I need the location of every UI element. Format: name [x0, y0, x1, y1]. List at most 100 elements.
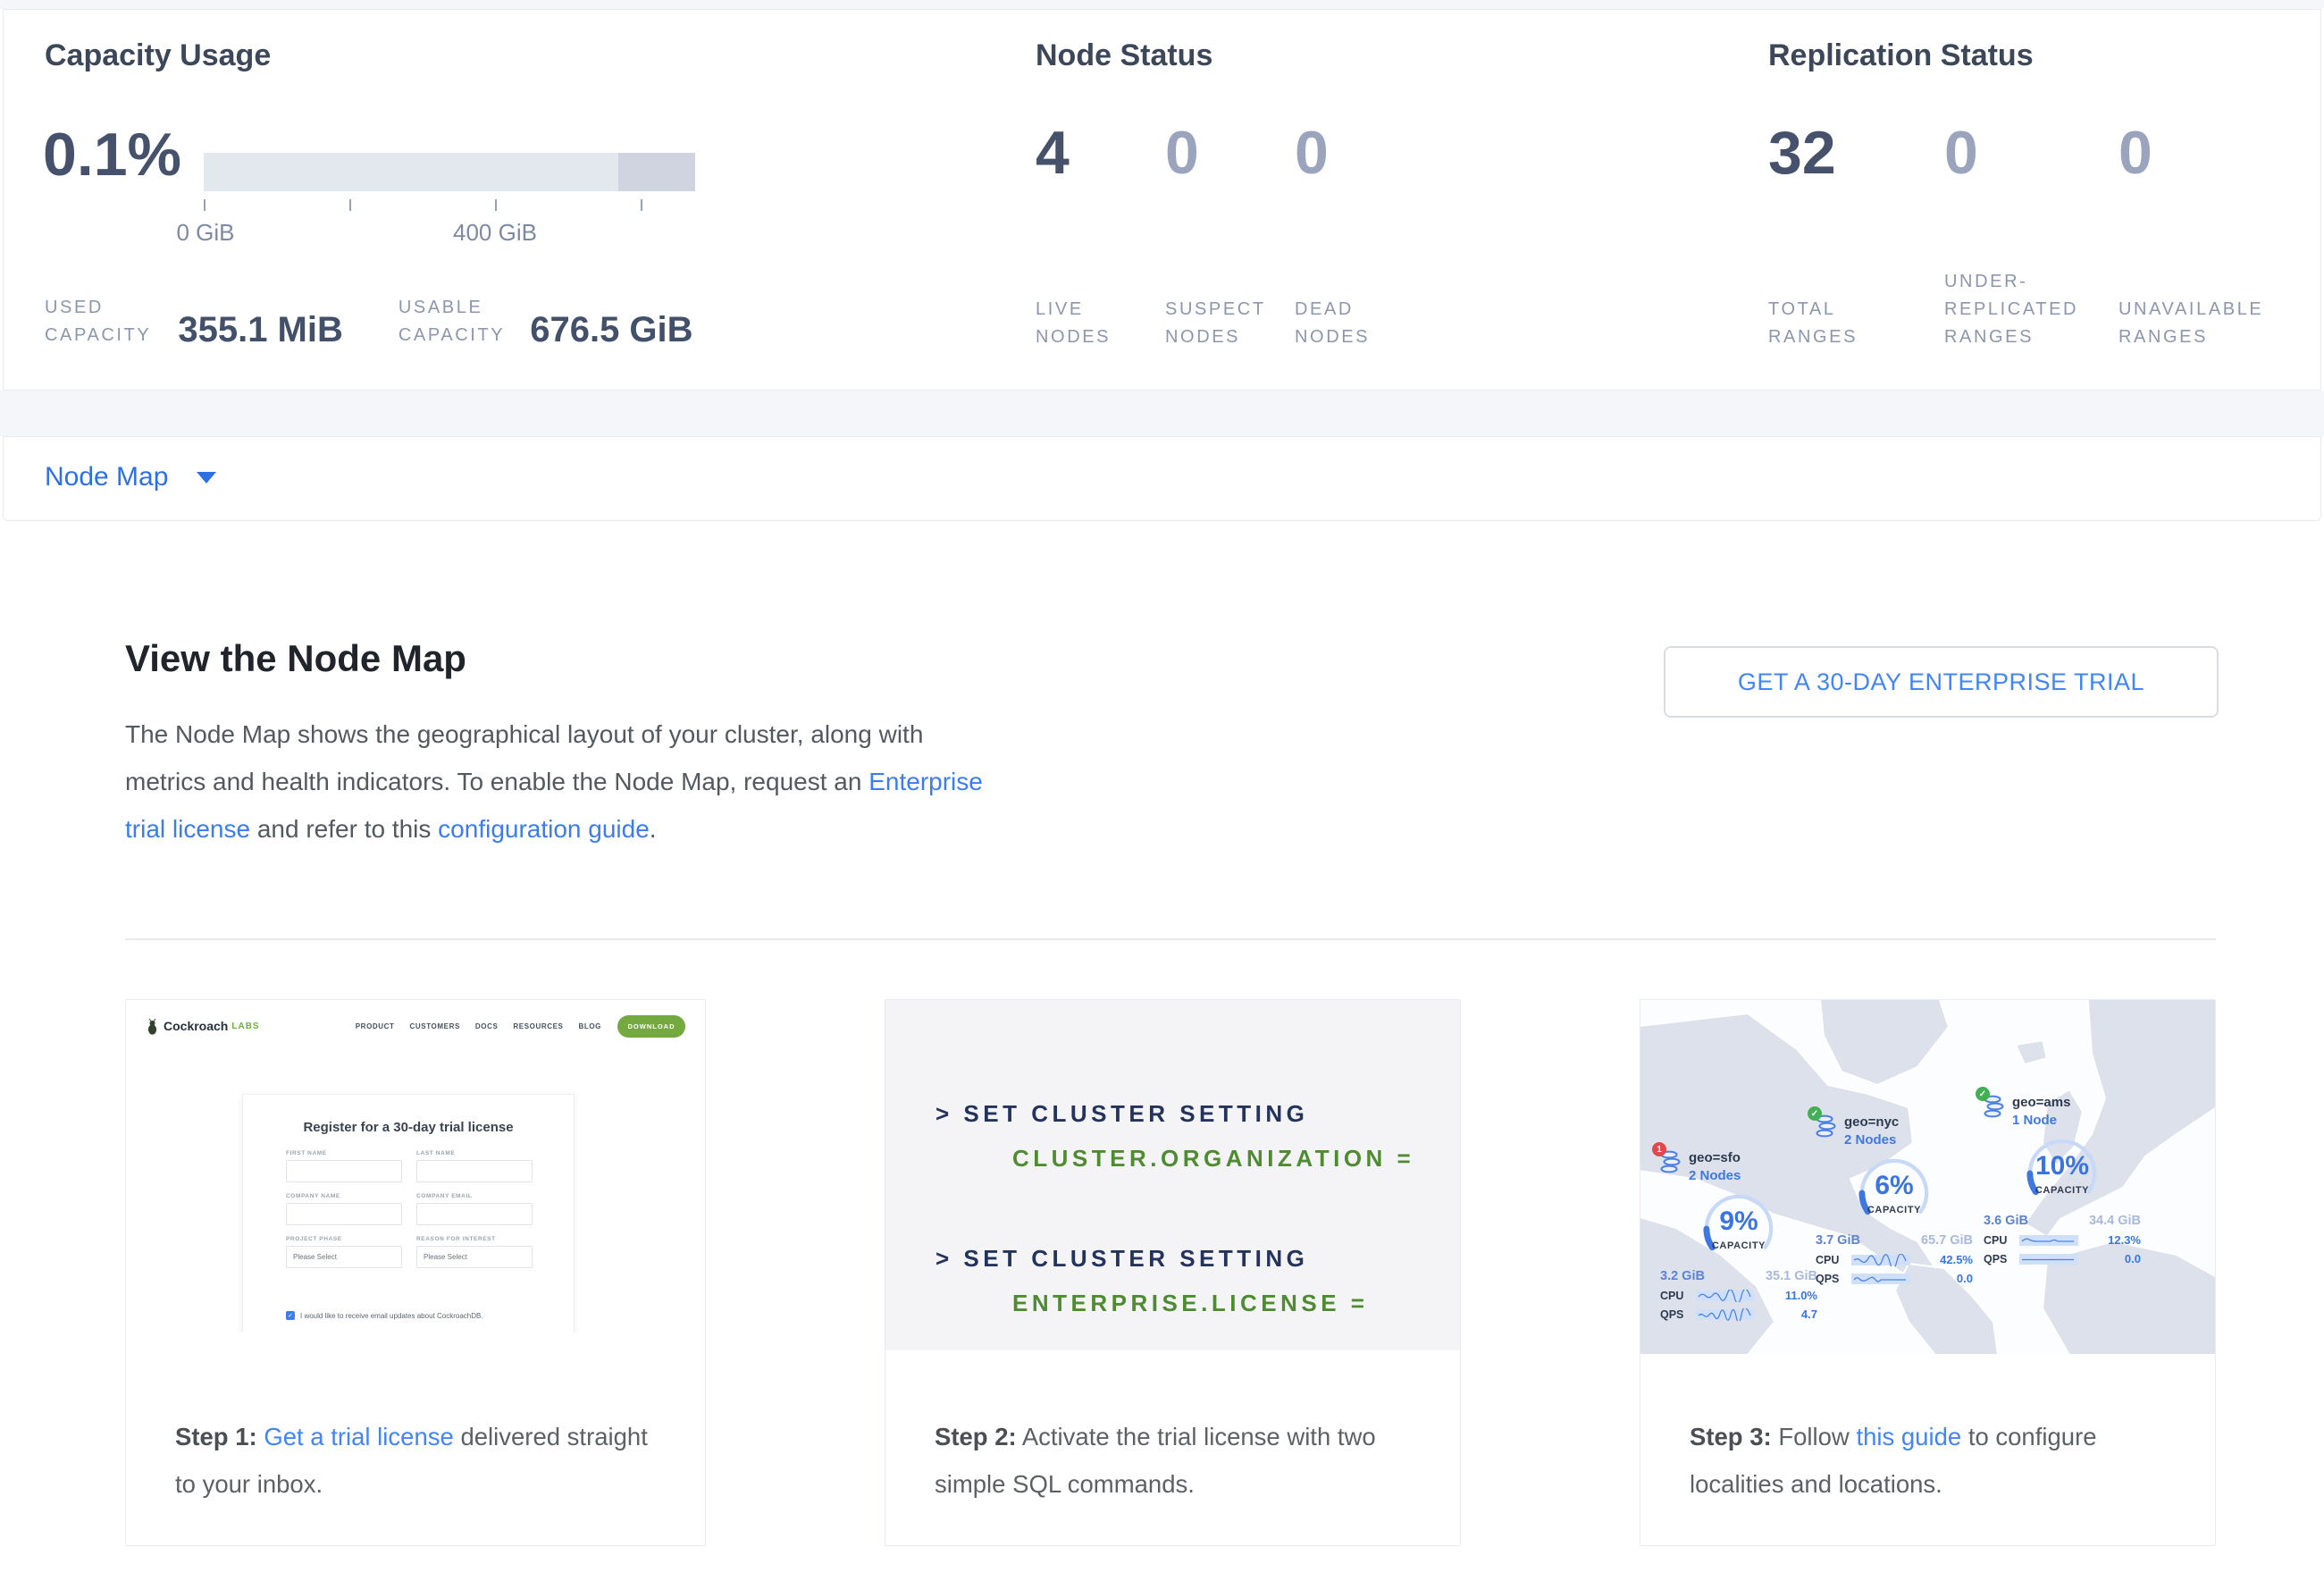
total-ranges-label: TOTAL RANGES — [1768, 296, 1944, 351]
get-trial-license-link[interactable]: Get a trial license — [264, 1423, 453, 1450]
usable-capacity-value: 676.5 GiB — [530, 312, 692, 351]
enterprise-trial-button[interactable]: GET A 30-DAY ENTERPRISE TRIAL — [1664, 646, 2219, 718]
suspect-nodes-value: 0 — [1165, 122, 1295, 183]
configuration-guide-link[interactable]: configuration guide — [438, 815, 650, 843]
sql-statement-2: > SET CLUSTER SETTING — [935, 1245, 1308, 1273]
capacity-range: 3.2 GiB 35.1 GiB — [1660, 1269, 1817, 1283]
mini-nav-customers: CUSTOMERS — [410, 1022, 460, 1030]
page-background-strip — [0, 0, 2324, 9]
unavailable-ranges-label: UNAVAILABLE RANGES — [2118, 296, 2297, 351]
mini-download-button: DOWNLOAD — [617, 1015, 685, 1038]
locality-ams: ✓ geo=ams 1 Node — [1984, 1095, 2141, 1265]
capacity-caption: CAPACITY — [2007, 1185, 2118, 1196]
total-ranges-value: 32 — [1768, 122, 1944, 183]
cpu-label: CPU — [1816, 1254, 1851, 1266]
mini-site-nav: PRODUCT CUSTOMERS DOCS RESOURCES BLOG — [356, 1022, 601, 1030]
qps-label: QPS — [1816, 1273, 1851, 1285]
cpu-row: CPU 42.5% — [1816, 1253, 1973, 1266]
capacity-caption: CAPACITY — [1839, 1205, 1950, 1215]
chevron-down-icon — [197, 472, 216, 483]
dead-nodes-value: 0 — [1295, 122, 1424, 183]
mini-site-header: Cockroach LABS PRODUCT CUSTOMERS DOCS RE… — [146, 1013, 685, 1039]
mini-nav-blog: BLOG — [578, 1022, 601, 1030]
company-email-field: COMPANY EMAIL — [416, 1193, 533, 1225]
live-nodes-value: 4 — [1036, 122, 1165, 183]
first-name-field: FIRST NAME — [286, 1150, 402, 1182]
page-background-gap — [0, 391, 2324, 436]
mini-form-fields: FIRST NAME LAST NAME COMPANY NAME C — [286, 1150, 533, 1268]
locality-sfo: 1 geo=sfo 2 Nodes — [1660, 1150, 1817, 1321]
capacity-metrics: USED CAPACITY 355.1 MiB USABLE CAPACITY … — [45, 294, 693, 351]
qps-value: 4.7 — [1801, 1307, 1817, 1321]
qps-sparkline — [2019, 1253, 2078, 1265]
qps-sparkline — [1696, 1308, 1755, 1321]
cluster-summary-panel: Capacity Usage 0.1% 0 GiB 400 GiB USED C… — [3, 9, 2321, 391]
cpu-value: 11.0% — [1785, 1289, 1817, 1302]
node-status-values: 4 0 0 — [1036, 122, 1424, 183]
step3-label: Step 3: — [1690, 1423, 1772, 1450]
trial-registration-screenshot: Cockroach LABS PRODUCT CUSTOMERS DOCS RE… — [126, 1000, 705, 1333]
live-nodes-label: LIVE NODES — [1036, 296, 1165, 351]
error-badge-icon: 1 — [1652, 1142, 1666, 1156]
capacity-axis-label-400: 400 GiB — [424, 219, 566, 247]
capacity-axis-tick — [495, 199, 497, 211]
locality-name: geo=nyc — [1844, 1114, 1899, 1130]
brand-name: Cockroach — [164, 1019, 228, 1033]
locality-name: geo=ams — [2012, 1095, 2070, 1110]
node-map-promo-section: View the Node Map The Node Map shows the… — [0, 523, 2324, 1589]
qps-label: QPS — [1984, 1253, 2019, 1265]
this-guide-link[interactable]: this guide — [1856, 1423, 1961, 1450]
last-name-field: LAST NAME — [416, 1150, 533, 1182]
sql-prompt: > — [935, 1100, 953, 1127]
capacity-total-value: 34.4 GiB — [2089, 1214, 2141, 1228]
capacity-total-value: 35.1 GiB — [1766, 1269, 1817, 1283]
capacity-axis-label-0: 0 GiB — [134, 219, 277, 247]
intro-description: The Node Map shows the geographical layo… — [125, 710, 983, 853]
capacity-used-value: 3.7 GiB — [1816, 1233, 1860, 1248]
capacity-used-value: 3.6 GiB — [1984, 1214, 2028, 1228]
mini-form-title: Register for a 30-day trial license — [243, 1120, 574, 1135]
sql-setting-name: CLUSTER.ORGANIZATION = — [1012, 1145, 1414, 1172]
capacity-percent: 9% — [1683, 1206, 1794, 1237]
intro-text: . — [650, 815, 657, 843]
step2-caption: Step 2: Activate the trial license with … — [935, 1413, 1426, 1508]
section-divider — [125, 938, 2216, 940]
sql-commands-illustration: > SET CLUSTER SETTING CLUSTER.ORGANIZATI… — [885, 1000, 1460, 1350]
capacity-used-percent: 0.1% — [43, 124, 181, 185]
locality-node-count: 1 Node — [2012, 1113, 2070, 1128]
replication-status-values: 32 0 0 — [1768, 122, 2297, 183]
sql-setting-1: CLUSTER.ORGANIZATION = — [935, 1145, 1414, 1173]
under-replicated-ranges-label: UNDER- REPLICATED RANGES — [1944, 268, 2118, 351]
mini-nav-resources: RESOURCES — [513, 1022, 563, 1030]
page-title: View the Node Map — [125, 637, 466, 680]
node-map-dropdown-label: Node Map — [45, 462, 168, 492]
unavailable-ranges-value: 0 — [2118, 122, 2297, 183]
mini-nav-docs: DOCS — [475, 1022, 499, 1030]
capacity-usage-title: Capacity Usage — [45, 38, 271, 73]
cpu-row: CPU 12.3% — [1984, 1233, 2141, 1247]
node-map-dropdown[interactable]: Node Map — [45, 462, 216, 492]
capacity-axis-tick — [641, 199, 642, 211]
capacity-used-value: 3.2 GiB — [1660, 1269, 1705, 1283]
capacity-axis-tick — [204, 199, 206, 211]
capacity-gauge: 6% CAPACITY — [1839, 1155, 1950, 1232]
cpu-sparkline — [1851, 1254, 1910, 1266]
qps-row: QPS 0.0 — [1816, 1272, 1973, 1285]
qps-value: 0.0 — [2125, 1252, 2141, 1265]
capacity-total-value: 65.7 GiB — [1921, 1233, 1973, 1248]
cpu-sparkline — [2019, 1234, 2078, 1247]
step2-label: Step 2: — [935, 1423, 1017, 1450]
locality-name: geo=sfo — [1689, 1150, 1741, 1165]
step1-label: Step 1: — [175, 1423, 257, 1450]
capacity-caption: CAPACITY — [1683, 1240, 1794, 1251]
suspect-nodes-label: SUSPECT NODES — [1165, 296, 1295, 351]
step2-card: > SET CLUSTER SETTING CLUSTER.ORGANIZATI… — [885, 999, 1461, 1546]
healthy-badge-icon: ✓ — [1976, 1087, 1990, 1101]
locality-node-count: 2 Nodes — [1689, 1168, 1741, 1183]
capacity-bar — [204, 153, 695, 191]
sql-prompt: > — [935, 1245, 953, 1272]
sql-setting-2: ENTERPRISE.LICENSE = — [935, 1290, 1368, 1317]
qps-row: QPS 0.0 — [1984, 1252, 2141, 1265]
under-replicated-ranges-value: 0 — [1944, 122, 2118, 183]
healthy-badge-icon: ✓ — [1808, 1106, 1822, 1121]
